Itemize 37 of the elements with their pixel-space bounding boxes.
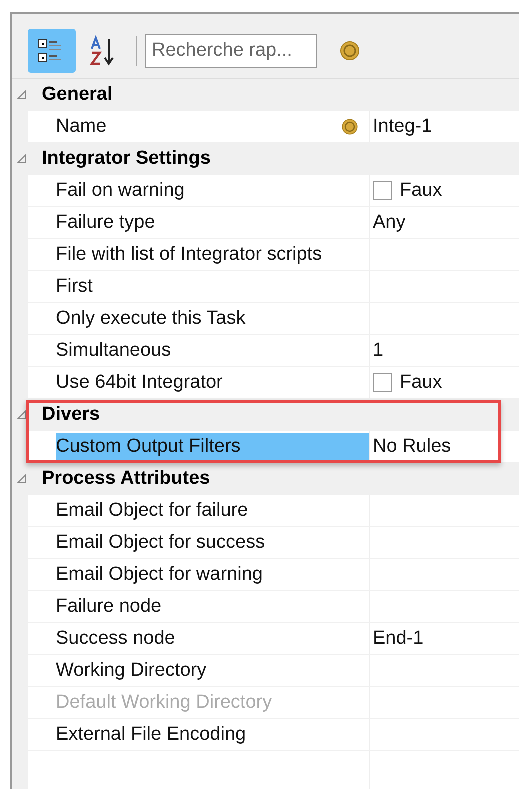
property-name[interactable]: Simultaneous (56, 336, 176, 364)
collapse-icon[interactable] (16, 409, 28, 421)
categorized-button[interactable] (28, 29, 76, 73)
collapse-icon[interactable] (16, 89, 28, 101)
property-value: End-1 (373, 628, 424, 650)
property-name[interactable]: Only execute this Task (56, 304, 250, 332)
property-name[interactable]: Fail on warning (56, 176, 189, 204)
property-name[interactable]: Working Directory (56, 656, 211, 684)
property-name[interactable]: File with list of Integrator scripts (56, 240, 326, 268)
property-value: Faux (400, 180, 442, 202)
property-value: Faux (400, 372, 442, 394)
property-name[interactable]: External File Encoding (56, 720, 250, 748)
property-name[interactable]: Email Object for warning (56, 560, 267, 588)
property-name[interactable]: Use 64bit Integrator (56, 368, 227, 396)
property-name[interactable]: Email Object for success (56, 528, 270, 556)
property-name[interactable]: Name (56, 112, 111, 140)
property-name[interactable]: Failure node (56, 592, 166, 620)
search-field[interactable]: Recherche rap... (145, 34, 317, 68)
property-value: 1 (373, 340, 384, 362)
coin-icon[interactable] (339, 40, 361, 62)
category-header: Process Attributes (42, 468, 210, 490)
category-header: General (42, 84, 113, 106)
coin-icon (341, 118, 359, 136)
property-name[interactable]: Failure type (56, 208, 160, 236)
property-name[interactable]: Custom Output Filters (56, 432, 369, 460)
category-header: Integrator Settings (42, 148, 211, 170)
property-name[interactable]: Success node (56, 624, 180, 652)
property-value: Any (373, 212, 406, 234)
collapse-icon[interactable] (16, 473, 28, 485)
property-value: Integ-1 (373, 116, 432, 138)
property-value: No Rules (373, 436, 452, 458)
property-name[interactable]: Email Object for failure (56, 496, 252, 524)
category-header: Divers (42, 404, 100, 426)
property-name[interactable]: First (56, 272, 97, 300)
checkbox[interactable] (373, 373, 392, 392)
collapse-icon[interactable] (16, 153, 28, 165)
checkbox[interactable] (373, 181, 392, 200)
